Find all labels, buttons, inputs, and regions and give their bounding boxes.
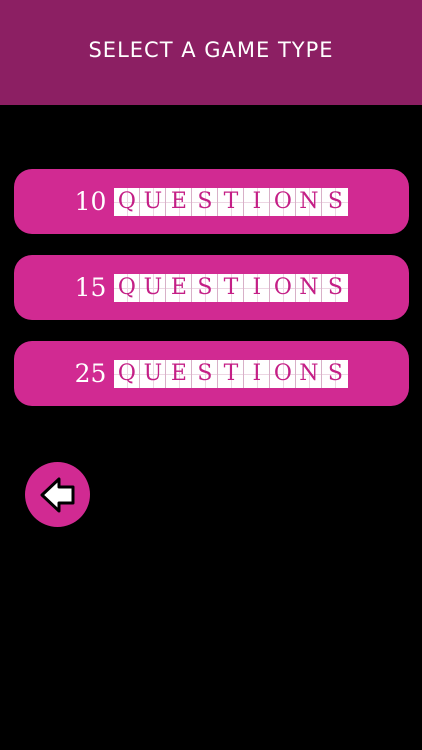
questions-label-tiles: Q U E S T I O N S	[114, 273, 349, 302]
letter-tile: I	[244, 273, 271, 302]
letter-tile: U	[140, 359, 167, 388]
option-25-questions-button[interactable]: 25 Q U E S T I O N S	[14, 341, 409, 406]
option-number: 10	[74, 187, 107, 216]
letter-tile: E	[166, 187, 193, 216]
letter-tile: T	[218, 273, 245, 302]
option-number: 15	[74, 273, 107, 302]
arrow-left-icon	[40, 477, 74, 512]
letter-tile: S	[192, 359, 219, 388]
letter-tile: O	[270, 187, 297, 216]
letter-tile: U	[140, 187, 167, 216]
letter-tile: U	[140, 273, 167, 302]
option-number: 25	[74, 359, 107, 388]
page-title: SELECT A GAME TYPE	[88, 37, 334, 62]
game-type-options: 10 Q U E S T I O N S 15 Q U E S T I O N …	[14, 169, 409, 427]
letter-tile: S	[322, 187, 349, 216]
questions-label-tiles: Q U E S T I O N S	[114, 359, 349, 388]
letter-tile: T	[218, 187, 245, 216]
letter-tile: S	[322, 359, 349, 388]
letter-tile: N	[296, 359, 323, 388]
letter-tile: I	[244, 187, 271, 216]
letter-tile: Q	[114, 187, 141, 216]
option-15-questions-button[interactable]: 15 Q U E S T I O N S	[14, 255, 409, 320]
letter-tile: O	[270, 359, 297, 388]
letter-tile: S	[192, 273, 219, 302]
letter-tile: Q	[114, 359, 141, 388]
letter-tile: O	[270, 273, 297, 302]
letter-tile: I	[244, 359, 271, 388]
questions-label-tiles: Q U E S T I O N S	[114, 187, 349, 216]
letter-tile: E	[166, 273, 193, 302]
letter-tile: N	[296, 187, 323, 216]
letter-tile: S	[192, 187, 219, 216]
letter-tile: S	[322, 273, 349, 302]
header-bar: SELECT A GAME TYPE	[0, 0, 422, 105]
letter-tile: T	[218, 359, 245, 388]
back-button[interactable]	[25, 462, 90, 527]
option-10-questions-button[interactable]: 10 Q U E S T I O N S	[14, 169, 409, 234]
letter-tile: N	[296, 273, 323, 302]
letter-tile: E	[166, 359, 193, 388]
letter-tile: Q	[114, 273, 141, 302]
